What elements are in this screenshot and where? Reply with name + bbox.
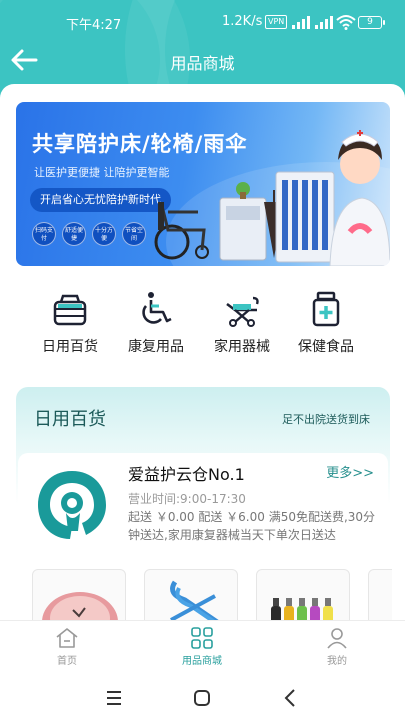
main-page: 共享陪护床/轮椅/雨伞 让医护更便捷 让陪护更智能 开启省心无忧陪护新时代 扫码… [0,84,405,620]
store-card[interactable]: 爱益护云仓No.1 更多>> 营业时间:9:00-17:30 起送 ￥0.00 … [18,453,392,620]
user-icon [327,628,347,649]
page-title: 用品商城 [170,54,235,73]
medicine-bottle-icon [312,291,340,327]
tab-mall[interactable]: 用品商城 [152,627,252,667]
product-thumb[interactable] [144,569,238,620]
menu-icon[interactable] [102,686,126,710]
status-time: 下午4:27 [66,18,122,33]
hanger-product-image [170,580,219,620]
product-thumbnails [32,569,392,620]
category-label: 日用百货 [42,339,98,355]
category-row: 日用百货 康复用品 家用器械 保健食品 [0,290,405,360]
home-icon [56,628,78,648]
stretcher-icon [226,296,259,327]
bottom-tab-bar: 首页 用品商城 我的 [0,620,405,676]
delivery-info: 起送 ￥0.00 配送 ￥6.00 满50免配送费,30分钟送达,家用康复器械当… [128,510,376,542]
back-button-icon[interactable] [279,686,303,710]
basin-product-image [42,592,118,620]
product-thumb[interactable] [32,569,126,620]
battery-icon: 9 [358,16,385,29]
wheelchair-icon [142,292,172,324]
category-label: 保健食品 [298,339,354,355]
store-logo [38,471,106,539]
signal-icon-2 [315,16,333,29]
section-title: 日用百货 [34,409,106,430]
category-daily-goods[interactable]: 日用百货 [25,290,115,356]
store-name: 爱益护云仓No.1 [128,465,245,484]
product-thumb[interactable] [368,569,392,620]
wheelchair-illustration [154,202,209,260]
store-hours: 营业时间:9:00-17:30 [128,492,246,506]
category-label: 康复用品 [128,339,184,355]
bed-rack-illustration [275,171,335,263]
tab-profile[interactable]: 我的 [287,627,387,667]
banner-chip: 扫码支付 [32,222,56,246]
basket-icon [53,294,87,326]
arrow-left-icon[interactable] [8,46,40,74]
status-bar: 下午4:27 1.2K/s VPN 9 [0,14,405,33]
category-rehab[interactable]: 康复用品 [111,290,201,356]
cabinet-illustration [219,182,267,261]
system-nav-bar [0,676,405,720]
home-button-icon[interactable] [190,686,214,710]
promo-banner[interactable]: 共享陪护床/轮椅/雨伞 让医护更便捷 让陪护更智能 开启省心无忧陪护新时代 扫码… [16,102,390,266]
banner-chip: 十分方便 [92,222,116,246]
more-link[interactable]: 更多>> [326,462,374,481]
nurse-illustration [329,130,390,266]
category-home-equipment[interactable]: 家用器械 [197,290,287,356]
tab-label: 用品商城 [182,656,222,667]
product-thumb[interactable] [256,569,350,620]
tab-label: 首页 [57,656,77,667]
tab-label: 我的 [327,656,347,667]
category-label: 家用器械 [214,339,270,355]
banner-chips: 扫码支付 舒适便捷 十分方便 节省空间 [32,222,146,246]
wifi-icon [336,15,356,30]
grid-icon [191,627,213,649]
category-health-food[interactable]: 保健食品 [281,290,371,356]
signal-icon [292,16,310,29]
bottles-product-image [271,598,333,620]
tab-home[interactable]: 首页 [17,627,117,667]
banner-chip: 舒适便捷 [62,222,86,246]
vpn-badge: VPN [265,15,288,29]
section-note: 足不出院送货到床 [282,413,370,426]
banner-illustration [154,130,390,266]
daily-goods-section: 日用百货 足不出院送货到床 爱益护云仓No.1 更多>> 营业时间:9:00-1… [16,387,392,620]
network-speed: 1.2K/s [222,14,263,29]
